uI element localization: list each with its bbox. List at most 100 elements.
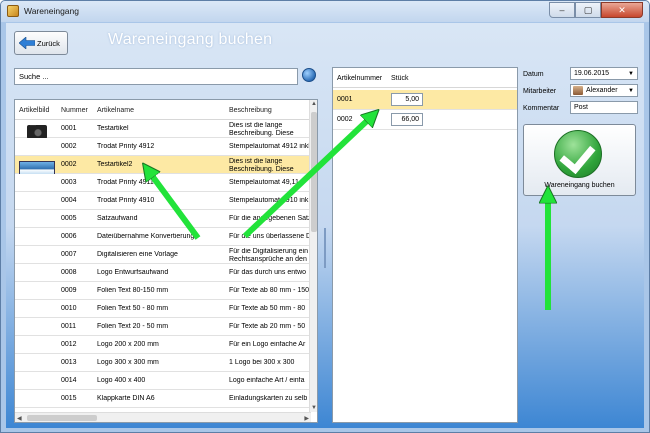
table-cell-nummer: 0012 [61,341,77,348]
table-cell-nummer: 0008 [61,269,77,276]
chevron-down-icon: ▼ [628,88,634,94]
maximize-button[interactable]: ▢ [575,2,601,18]
table-cell-desc: Für die uns überlassene D [229,233,311,240]
page-title: Wareneingang buchen [108,31,273,48]
column-header-nummer[interactable]: Nummer [61,107,88,114]
column-header-beschreibung[interactable]: Beschreibung [229,107,272,114]
articles-table: Artikelbild Nummer Artikelname Beschreib… [14,99,318,423]
table-row[interactable]: 0009 Folien Text 80-150 mm Für Texte ab 80… [15,282,311,300]
table-row[interactable]: 0015 Klappkarte DIN A6 Einladungskarten zu… [15,390,311,408]
kommentar-value: Post [574,104,589,111]
table-cell-name: Trodat Printy 4912 [97,143,155,150]
table-cell-nummer: 0009 [61,287,77,294]
table-cell-nummer: 0002 [61,143,77,150]
table-row[interactable]: 0001 Testartikel Dies ist die lange Beschr… [15,120,311,139]
column-header-artikelname[interactable]: Artikelname [97,107,134,114]
table-cell-name: Logo 300 x 300 mm [97,359,159,366]
table-row[interactable]: 0010 Folien Text 50 - 80 mm Für Texte ab 5… [15,300,311,318]
table-cell-name: Testartikel2 [97,161,133,168]
mitarbeiter-select[interactable]: Alexander ▼ [570,84,638,97]
search-icon[interactable] [302,68,316,82]
table-cell-name: Testartikel [97,125,129,132]
minimize-button[interactable]: – [549,2,575,18]
horizontal-scrollbar[interactable]: ◀ ▶ [15,412,311,422]
table-row[interactable]: 0011 Folien Text 20 - 50 mm Für Texte ab 2… [15,318,311,336]
table-cell-name: Trodat Printy 4911 [97,179,154,186]
checkmark-icon [554,130,602,178]
datum-picker[interactable]: 19.06.2015 ▼ [570,67,638,80]
scroll-down-icon[interactable]: ▼ [311,405,317,411]
scrollbar-thumb[interactable] [27,415,97,421]
table-cell-name: Digitalisieren eine Vorlage [97,251,178,258]
table-row[interactable]: 0004 Trodat Printy 4910 Stempelautomat 491… [15,192,311,210]
window-controls: – ▢ ✕ [549,2,643,18]
app-window: Wareneingang – ▢ ✕ Zurück Wareneingang b… [0,0,650,433]
table-cell-desc: Stempelautomat 49,11 [229,179,299,186]
table-cell-nummer: 0004 [61,197,77,204]
kommentar-label: Kommentar [523,105,560,112]
table-row[interactable]: 0008 Logo Entwurfsaufwand Für das durch un… [15,264,311,282]
table-row[interactable]: 0012 Logo 200 x 200 mm Für ein Logo einfac… [15,336,311,354]
datum-value: 19.06.2015 [574,70,610,77]
table-cell-name: Logo 400 x 400 [97,377,146,384]
table-row[interactable]: 0014 Logo 400 x 400 Logo einfache Art / ei… [15,372,311,390]
table-cell-nummer: 0010 [61,305,77,312]
table-row[interactable]: 0006 Dateiübernahme Konvertierung Für die … [15,228,311,246]
table-cell-nummer: 0002 [61,161,77,168]
column-header-artikelbild[interactable]: Artikelbild [19,107,49,114]
table-row[interactable]: 0001 5,00 [333,90,517,110]
table-cell-nummer: 0001 [61,125,77,132]
table-cell-nummer: 0006 [61,233,77,240]
app-icon [7,5,19,17]
camera-thumbnail [27,125,47,139]
table-row[interactable]: 0007 Digitalisieren eine Vorlage Für die D… [15,246,311,264]
articles-table-header: Artikelbild Nummer Artikelname Beschreib… [15,100,311,120]
table-cell-nummer: 0007 [61,251,77,258]
back-button-label: Zurück [37,39,60,48]
table-cell-desc: Stempelautomat 4912 inkl. [229,143,311,150]
table-cell-name: Folien Text 80-150 mm [97,287,169,294]
table-row[interactable]: 0002 Testartikel2 Dies ist die lange Besch… [15,156,311,175]
booking-table-header: Artikelnummer Stück [333,68,517,88]
table-row[interactable]: 0005 Satzaufwand Für die angegebenen Satz [15,210,311,228]
vertical-scrollbar[interactable]: ▲ ▼ [309,100,317,412]
table-cell-name: Dateiübernahme Konvertierung [97,233,195,240]
panel-splitter[interactable] [324,228,326,268]
table-row[interactable]: 0003 Trodat Printy 4911 Stempelautomat 49,… [15,174,311,192]
scroll-left-icon[interactable]: ◀ [17,415,22,422]
scrollbar-thumb[interactable] [311,112,317,232]
table-cell-desc: Dies ist die lange Beschreibung. Diese k… [229,122,294,137]
back-button[interactable]: Zurück [14,31,68,55]
title-bar: Wareneingang – ▢ ✕ [1,1,649,22]
table-cell-nummer: 0014 [61,377,77,384]
table-cell-name: Trodat Printy 4910 [97,197,155,204]
table-cell-desc: Stempelautomat 4910 ink [229,197,309,204]
quantity-input[interactable]: 66,00 [391,113,423,126]
book-goods-receipt-button[interactable]: Wareneingang buchen [523,124,636,196]
scroll-right-icon[interactable]: ▶ [304,415,309,422]
table-cell-nummer: 0003 [61,179,77,186]
table-cell-desc: Für ein Logo einfache Ar [229,341,306,348]
article-thumbnail [19,161,55,175]
table-cell-desc: Für die Digitalisierung ein Rechtsansprü… [229,248,308,263]
scroll-up-icon[interactable]: ▲ [311,101,317,107]
table-cell-name: Logo 200 x 200 mm [97,341,159,348]
column-header-artikelnummer[interactable]: Artikelnummer [337,75,382,82]
table-cell-nummer: 0011 [61,323,77,330]
table-cell-desc: Für Texte ab 20 mm - 50 [229,323,306,330]
table-cell-desc: 1 Logo bei 300 x 300 [229,359,295,366]
quantity-input[interactable]: 5,00 [391,93,423,106]
close-button[interactable]: ✕ [601,2,643,18]
table-cell-desc: Für Texte ab 80 mm - 150 [229,287,310,294]
table-cell-name: Satzaufwand [97,215,138,222]
kommentar-input[interactable]: Post [570,101,638,114]
avatar [573,86,583,95]
table-cell-name: Folien Text 50 - 80 mm [97,305,169,312]
search-input[interactable] [14,68,298,85]
column-header-stueck[interactable]: Stück [391,75,409,82]
table-row[interactable]: 0002 66,00 [333,110,517,130]
table-row[interactable]: 0013 Logo 300 x 300 mm 1 Logo bei 300 x 30… [15,354,311,372]
table-cell-artikelnummer: 0002 [337,116,353,123]
table-row[interactable]: 0002 Trodat Printy 4912 Stempelautomat 491… [15,138,311,156]
back-arrow-icon [19,37,35,49]
